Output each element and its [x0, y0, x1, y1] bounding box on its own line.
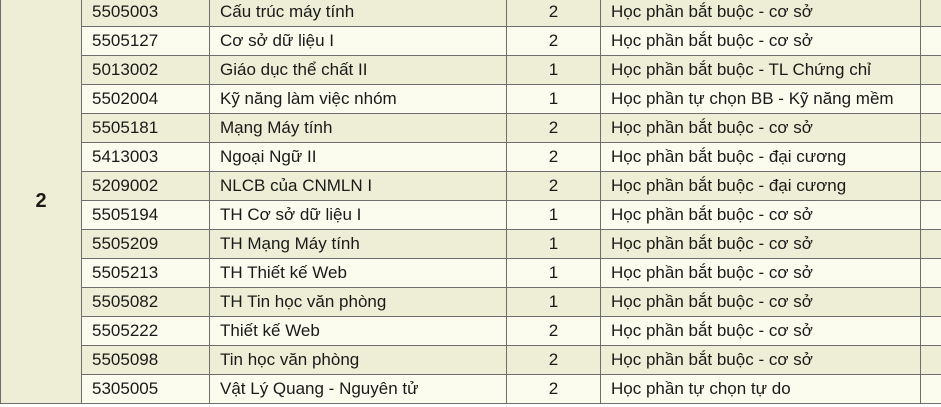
- table-row: 5505181 Mạng Máy tính 2 Học phần bắt buộc -…: [1, 113, 941, 143]
- course-type: Học phần bắt buộc - cơ sở: [600, 229, 921, 259]
- course-type: Học phần bắt buộc - cơ sở: [600, 258, 921, 288]
- course-code: 5505181: [81, 113, 210, 143]
- table-row: 5502004 Kỹ năng làm việc nhóm 1 Học phần tự…: [1, 84, 941, 114]
- course-type: Học phần bắt buộc - đại cương: [600, 142, 921, 172]
- empty-cell: [920, 287, 941, 317]
- empty-cell: [920, 171, 941, 201]
- course-type: Học phần bắt buộc - cơ sở: [600, 316, 921, 346]
- course-name: TH Cơ sở dữ liệu I: [209, 200, 507, 230]
- course-credits: 1: [506, 229, 601, 259]
- course-type: Học phần bắt buộc - đại cương: [600, 171, 921, 201]
- table-row: 5505082 TH Tin học văn phòng 1 Học phần bắt…: [1, 287, 941, 317]
- course-credits: 1: [506, 55, 601, 85]
- course-type: Học phần bắt buộc - cơ sở: [600, 113, 921, 143]
- course-credits: 2: [506, 374, 601, 404]
- course-name: NLCB của CNMLN I: [209, 171, 507, 201]
- course-type: Học phần tự chọn BB - Kỹ năng mềm: [600, 84, 921, 114]
- course-name: Mạng Máy tính: [209, 113, 507, 143]
- course-code: 5505127: [81, 26, 210, 56]
- course-type: Học phần bắt buộc - cơ sở: [600, 287, 921, 317]
- course-type: Học phần bắt buộc - cơ sở: [600, 200, 921, 230]
- course-credits: 1: [506, 287, 601, 317]
- course-name: Giáo dục thể chất II: [209, 55, 507, 85]
- course-code: 5505213: [81, 258, 210, 288]
- table-row: 5505222 Thiết kế Web 2 Học phần bắt buộc - …: [1, 316, 941, 346]
- empty-cell: [920, 0, 941, 27]
- empty-cell: [920, 229, 941, 259]
- course-code: 5013002: [81, 55, 210, 85]
- course-name: Vật Lý Quang - Nguyên tử: [209, 374, 507, 404]
- course-credits: 2: [506, 26, 601, 56]
- course-code: 5505098: [81, 345, 210, 375]
- empty-cell: [920, 374, 941, 404]
- course-type: Học phần bắt buộc - cơ sở: [600, 0, 921, 27]
- empty-cell: [920, 55, 941, 85]
- course-credits: 2: [506, 171, 601, 201]
- course-name: Tin học văn phòng: [209, 345, 507, 375]
- course-credits: 2: [506, 0, 601, 27]
- course-code: 5305005: [81, 374, 210, 404]
- empty-cell: [920, 84, 941, 114]
- empty-cell: [920, 316, 941, 346]
- course-code: 5505209: [81, 229, 210, 259]
- table-row: 5505127 Cơ sở dữ liệu I 2 Học phần bắt buộc…: [1, 26, 941, 56]
- course-credits: 1: [506, 200, 601, 230]
- course-code: 5505082: [81, 287, 210, 317]
- table-row: 5013002 Giáo dục thể chất II 1 Học phần bắt…: [1, 55, 941, 85]
- course-credits: 2: [506, 345, 601, 375]
- course-name: Thiết kế Web: [209, 316, 507, 346]
- course-table: 2 5505003 Cấu trúc máy tính 2 Học phần bắt b…: [0, 0, 941, 404]
- course-code: 5502004: [81, 84, 210, 114]
- table-row: 5505194 TH Cơ sở dữ liệu I 1 Học phần bắt b…: [1, 200, 941, 230]
- course-type: Học phần tự chọn tự do: [600, 374, 921, 404]
- course-code: 5413003: [81, 142, 210, 172]
- semester-number: 2: [0, 0, 82, 404]
- table-row: 5505213 TH Thiết kế Web 1 Học phần bắt buộc…: [1, 258, 941, 288]
- course-code: 5505194: [81, 200, 210, 230]
- course-name: TH Mạng Máy tính: [209, 229, 507, 259]
- course-type: Học phần bắt buộc - cơ sở: [600, 26, 921, 56]
- table-row: 5305005 Vật Lý Quang - Nguyên tử 2 Học phần…: [1, 374, 941, 404]
- empty-cell: [920, 113, 941, 143]
- course-credits: 1: [506, 84, 601, 114]
- empty-cell: [920, 258, 941, 288]
- empty-cell: [920, 26, 941, 56]
- course-credits: 2: [506, 316, 601, 346]
- course-code: 5505003: [81, 0, 210, 27]
- course-name: Ngoại Ngữ II: [209, 142, 507, 172]
- table-row: 5413003 Ngoại Ngữ II 2 Học phần bắt buộc - …: [1, 142, 941, 172]
- course-code: 5209002: [81, 171, 210, 201]
- course-name: Kỹ năng làm việc nhóm: [209, 84, 507, 114]
- table-row: 5209002 NLCB của CNMLN I 2 Học phần bắt buộ…: [1, 171, 941, 201]
- table-row: 2 5505003 Cấu trúc máy tính 2 Học phần bắt b…: [0, 0, 941, 404]
- course-name: TH Thiết kế Web: [209, 258, 507, 288]
- course-name: TH Tin học văn phòng: [209, 287, 507, 317]
- course-type: Học phần bắt buộc - TL Chứng chỉ: [600, 55, 921, 85]
- course-credits: 1: [506, 258, 601, 288]
- course-name: Cấu trúc máy tính: [209, 0, 507, 27]
- course-credits: 2: [506, 142, 601, 172]
- empty-cell: [920, 142, 941, 172]
- course-type: Học phần bắt buộc - cơ sở: [600, 345, 921, 375]
- course-credits: 2: [506, 113, 601, 143]
- empty-cell: [920, 200, 941, 230]
- table-row: 5505209 TH Mạng Máy tính 1 Học phần bắt buộ…: [1, 229, 941, 259]
- course-code: 5505222: [81, 316, 210, 346]
- table-row: 5505098 Tin học văn phòng 2 Học phần bắt bu…: [1, 345, 941, 375]
- course-name: Cơ sở dữ liệu I: [209, 26, 507, 56]
- course-table-body: 2 5505003 Cấu trúc máy tính 2 Học phần bắt b…: [0, 0, 941, 404]
- empty-cell: [920, 345, 941, 375]
